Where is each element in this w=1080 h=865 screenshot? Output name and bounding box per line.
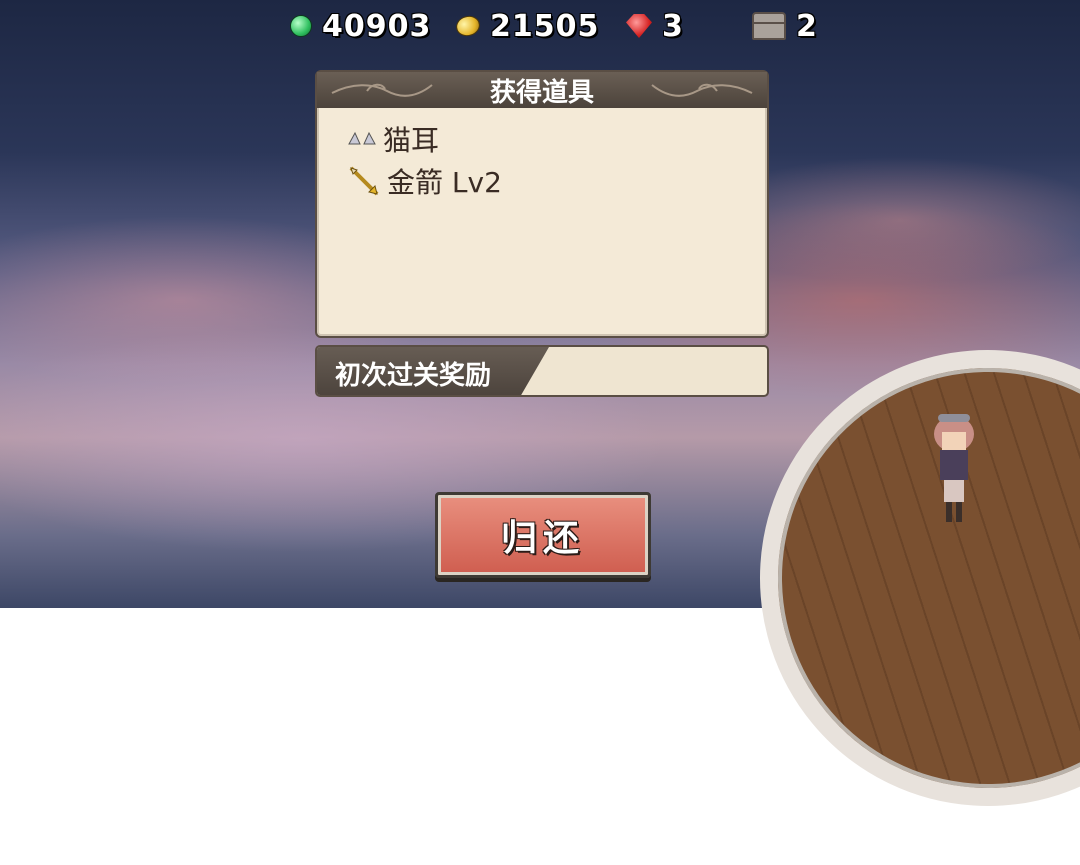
treasure-chest-icon [752, 12, 786, 40]
green-gem-icon [290, 15, 312, 37]
gold-coin-counter: 21505 [453, 6, 600, 46]
item-label: 猫耳 [383, 124, 440, 157]
cat-ear-icon [348, 131, 376, 145]
dialog-header: 获得道具 [317, 72, 767, 108]
list-item: 猫耳 [347, 118, 767, 160]
return-button-label: 归还 [500, 518, 585, 559]
item-list: 猫耳 金箭 Lv2 [317, 108, 767, 202]
obtained-items-dialog: 获得道具 猫耳 金箭 Lv2 [315, 70, 769, 338]
gold-coin-count: 21505 [490, 8, 600, 44]
ruby-count: 3 [662, 8, 684, 44]
chest-counter: 2 [752, 6, 818, 46]
ruby-icon [626, 14, 652, 38]
gold-coin-icon [453, 13, 483, 39]
right-flourish-icon [651, 83, 753, 97]
ruby-counter: 3 [626, 6, 684, 46]
reward-banner-label: 初次过关奖励 [335, 361, 492, 391]
left-flourish-icon [331, 83, 433, 97]
return-button[interactable]: 归还 [435, 492, 651, 578]
item-label: 金箭 Lv2 [387, 166, 502, 199]
list-item: 金箭 Lv2 [347, 160, 767, 202]
green-gem-counter: 40903 [290, 6, 431, 46]
chest-count: 2 [796, 8, 818, 44]
gold-arrow-icon [349, 166, 379, 196]
dialog-title: 获得道具 [489, 77, 594, 108]
currency-bar: 40903 21505 3 2 [0, 6, 1080, 46]
player-character [934, 414, 974, 522]
first-clear-reward-banner: 初次过关奖励 [315, 345, 769, 397]
green-gem-count: 40903 [322, 8, 432, 44]
